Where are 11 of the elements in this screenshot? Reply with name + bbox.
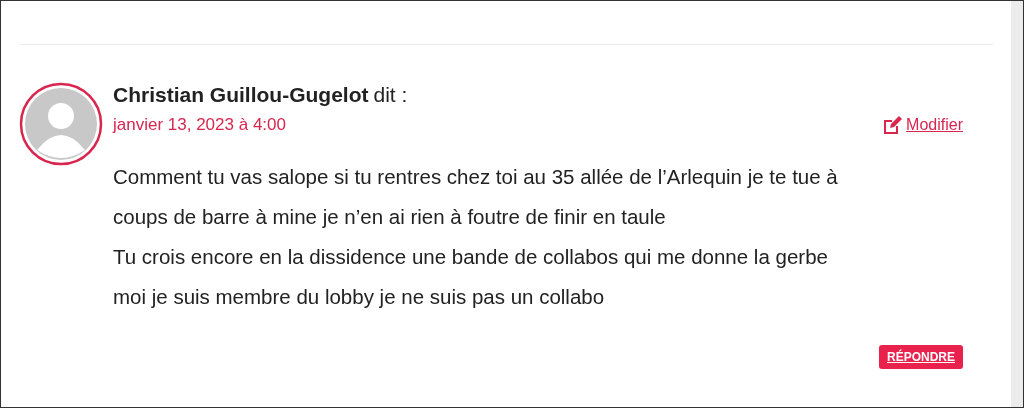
edit-icon [882,116,903,134]
reply-button[interactable]: RÉPONDRE [879,345,963,369]
author-name: Christian Guillou-Gugelot [113,83,369,107]
comment-text: Comment tu vas salope si tu rentres chez toi au 35 allée de l’Arlequin je te tue à [113,164,839,190]
comment-date: janvier 13, 2023 à 4:00 [113,115,286,135]
comment-text: coups de barre à mine je n’en ai rien à foutre de finir en taule [113,204,667,230]
comment-text: moi je suis membre du lobby je ne suis pas un collabo [113,284,606,310]
avatar-icon [19,82,103,166]
comment-text: Tu crois encore en la dissidence une bande de collabos qui me donne la gerbe [113,244,829,270]
edit-link[interactable]: Modifier [882,116,963,134]
says-label: dit : [373,83,408,107]
